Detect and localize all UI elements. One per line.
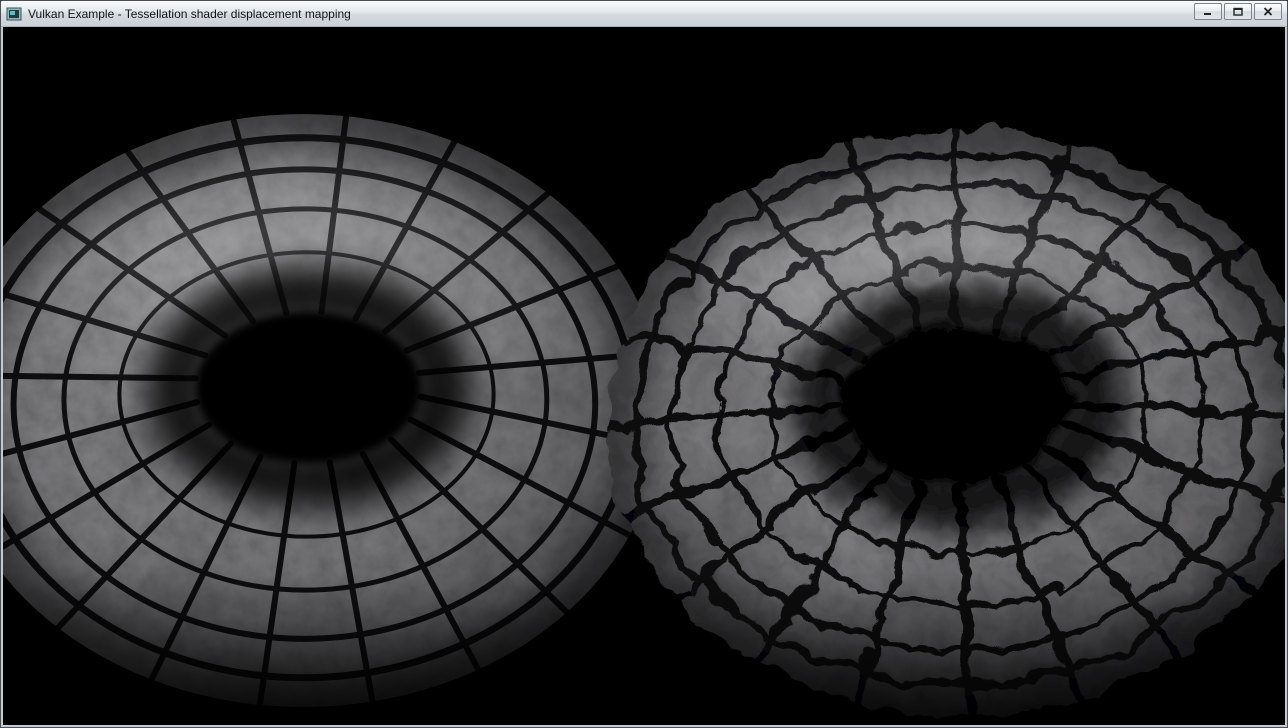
maximize-button[interactable] bbox=[1224, 3, 1252, 20]
titlebar[interactable]: Vulkan Example - Tessellation shader dis… bbox=[1, 1, 1287, 27]
app-icon[interactable] bbox=[6, 6, 22, 22]
render-canvas bbox=[3, 27, 1285, 725]
minimize-button[interactable] bbox=[1194, 3, 1222, 20]
minimize-icon bbox=[1203, 7, 1213, 16]
close-icon bbox=[1263, 7, 1273, 16]
window-controls bbox=[1194, 3, 1282, 20]
render-viewport[interactable] bbox=[3, 27, 1285, 725]
maximize-icon bbox=[1233, 7, 1243, 16]
app-icon-glyph bbox=[6, 6, 22, 22]
window-frame bbox=[1, 27, 1287, 727]
close-button[interactable] bbox=[1254, 3, 1282, 20]
app-window: Vulkan Example - Tessellation shader dis… bbox=[0, 0, 1288, 728]
scene-vignette bbox=[3, 27, 1285, 725]
window-title: Vulkan Example - Tessellation shader dis… bbox=[28, 1, 1188, 27]
